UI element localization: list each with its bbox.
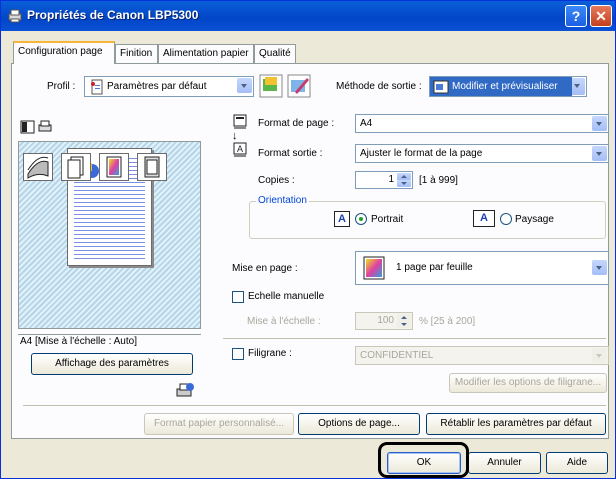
ok-highlight-annotation [378, 442, 469, 478]
preview-status: A4 [Mise à l'échelle : Auto] [18, 334, 201, 348]
close-button[interactable]: ✕ [590, 5, 612, 27]
output-method-dropdown[interactable] [572, 76, 587, 97]
watermark-checkbox[interactable] [232, 348, 244, 360]
page-view-button[interactable] [61, 153, 91, 181]
edit-preview-icon [433, 80, 449, 94]
custom-paper-button[interactable]: Format papier personnalisé... [144, 413, 294, 435]
output-format-label: Format sortie : [258, 148, 323, 159]
layout-page-icon [363, 256, 385, 280]
tab-page-setup[interactable]: Configuration page [13, 41, 115, 64]
profile-document-icon [91, 79, 103, 95]
window-title: Propriétés de Canon LBP5300 [27, 8, 199, 22]
spin-up-icon[interactable] [397, 173, 411, 180]
copies-range: [1 à 999] [419, 175, 458, 186]
show-settings-button[interactable]: Affichage des paramètres [31, 353, 193, 375]
page-size-icon [233, 114, 247, 129]
portrait-icon: A [334, 211, 350, 227]
pages-icon [67, 156, 84, 179]
layout-value: 1 page par feuille [396, 262, 473, 273]
output-format-select[interactable]: Ajuster le format de la page [355, 144, 609, 163]
spin-down-icon[interactable] [397, 321, 411, 328]
scaling-range: % [25 à 200] [419, 316, 476, 327]
tab-finishing[interactable]: Finition [115, 44, 158, 63]
preview-view-icon[interactable] [20, 119, 36, 135]
watermark-select[interactable]: CONFIDENTIEL [355, 346, 609, 365]
landscape-label[interactable]: Paysage [515, 214, 554, 225]
help-button[interactable]: Aide [546, 452, 608, 474]
layout-label: Mise en page : [232, 263, 298, 274]
manual-scaling-label[interactable]: Echelle manuelle [248, 291, 324, 302]
chevron-down-icon[interactable] [237, 78, 252, 93]
chevron-down-icon[interactable] [592, 146, 607, 161]
color-view-button[interactable] [99, 153, 129, 181]
add-profile-icon[interactable] [259, 74, 283, 98]
layout-view-button[interactable] [137, 153, 167, 181]
output-format-value: Ajuster le format de la page [360, 148, 483, 159]
scaling-label: Mise à l'échelle : [247, 316, 321, 327]
watermark-label[interactable]: Filigrane : [248, 348, 292, 359]
finishing-view-button[interactable] [23, 153, 53, 181]
printer-info-icon[interactable] [175, 382, 195, 400]
output-method-label: Méthode de sortie : [336, 81, 422, 92]
chevron-down-icon[interactable] [592, 348, 607, 363]
scaling-spinner[interactable]: 100 [355, 312, 413, 330]
cancel-button[interactable]: Annuler [468, 452, 541, 474]
profile-select[interactable]: Paramètres par défaut [84, 76, 254, 97]
tab-quality[interactable]: Qualité [254, 44, 296, 63]
scaling-value: 100 [377, 315, 394, 326]
profile-label: Profil : [47, 81, 76, 92]
title-bar[interactable]: Propriétés de Canon LBP5300 ? ✕ [1, 1, 615, 31]
page-options-button[interactable]: Options de page... [298, 413, 420, 435]
manual-scaling-checkbox[interactable] [232, 291, 244, 303]
portrait-radio[interactable] [355, 213, 367, 225]
portrait-label[interactable]: Portrait [371, 214, 403, 225]
separator [23, 405, 606, 406]
landscape-icon: A [473, 210, 495, 227]
copies-value: 1 [388, 174, 394, 185]
help-title-button[interactable]: ? [565, 5, 587, 27]
edit-profile-icon[interactable] [287, 74, 311, 98]
chevron-down-icon[interactable] [592, 116, 607, 131]
arrow-down-icon: ↓ [232, 130, 238, 142]
page-format-select[interactable]: A4 [355, 114, 609, 133]
orientation-title: Orientation [256, 195, 309, 206]
spin-down-icon[interactable] [397, 180, 411, 187]
copies-spinner[interactable]: 1 [355, 171, 413, 189]
properties-window: Propriétés de Canon LBP5300 ? ✕ Configur… [0, 0, 616, 479]
page-format-label: Format de page : [258, 118, 335, 129]
printer-view-icon[interactable] [37, 119, 53, 135]
restore-defaults-button[interactable]: Rétablir les paramètres par défaut [426, 413, 606, 435]
layout-page-icon [144, 156, 160, 178]
layout-select[interactable]: 1 page par feuille [355, 251, 609, 285]
watermark-options-button[interactable]: Modifier les options de filigrane... [449, 373, 607, 393]
spin-up-icon[interactable] [397, 314, 411, 321]
profile-value: Paramètres par défaut [107, 81, 207, 92]
landscape-radio[interactable] [500, 213, 512, 225]
printer-icon [8, 9, 22, 23]
stack-icon [27, 156, 49, 179]
separator [223, 338, 606, 339]
output-method-value: Modifier et prévisualiser [452, 81, 558, 92]
chevron-down-icon[interactable] [592, 260, 607, 275]
output-size-icon: A [233, 142, 247, 157]
page-format-value: A4 [360, 118, 373, 129]
output-method-select[interactable]: Modifier et prévisualiser [429, 76, 586, 97]
svg-text:A: A [237, 144, 243, 154]
watermark-value: CONFIDENTIEL [360, 350, 434, 361]
chevron-down-icon[interactable] [572, 78, 585, 95]
color-page-icon [106, 156, 122, 178]
tab-paper-source[interactable]: Alimentation papier [158, 44, 254, 63]
copies-label: Copies : [258, 175, 295, 186]
